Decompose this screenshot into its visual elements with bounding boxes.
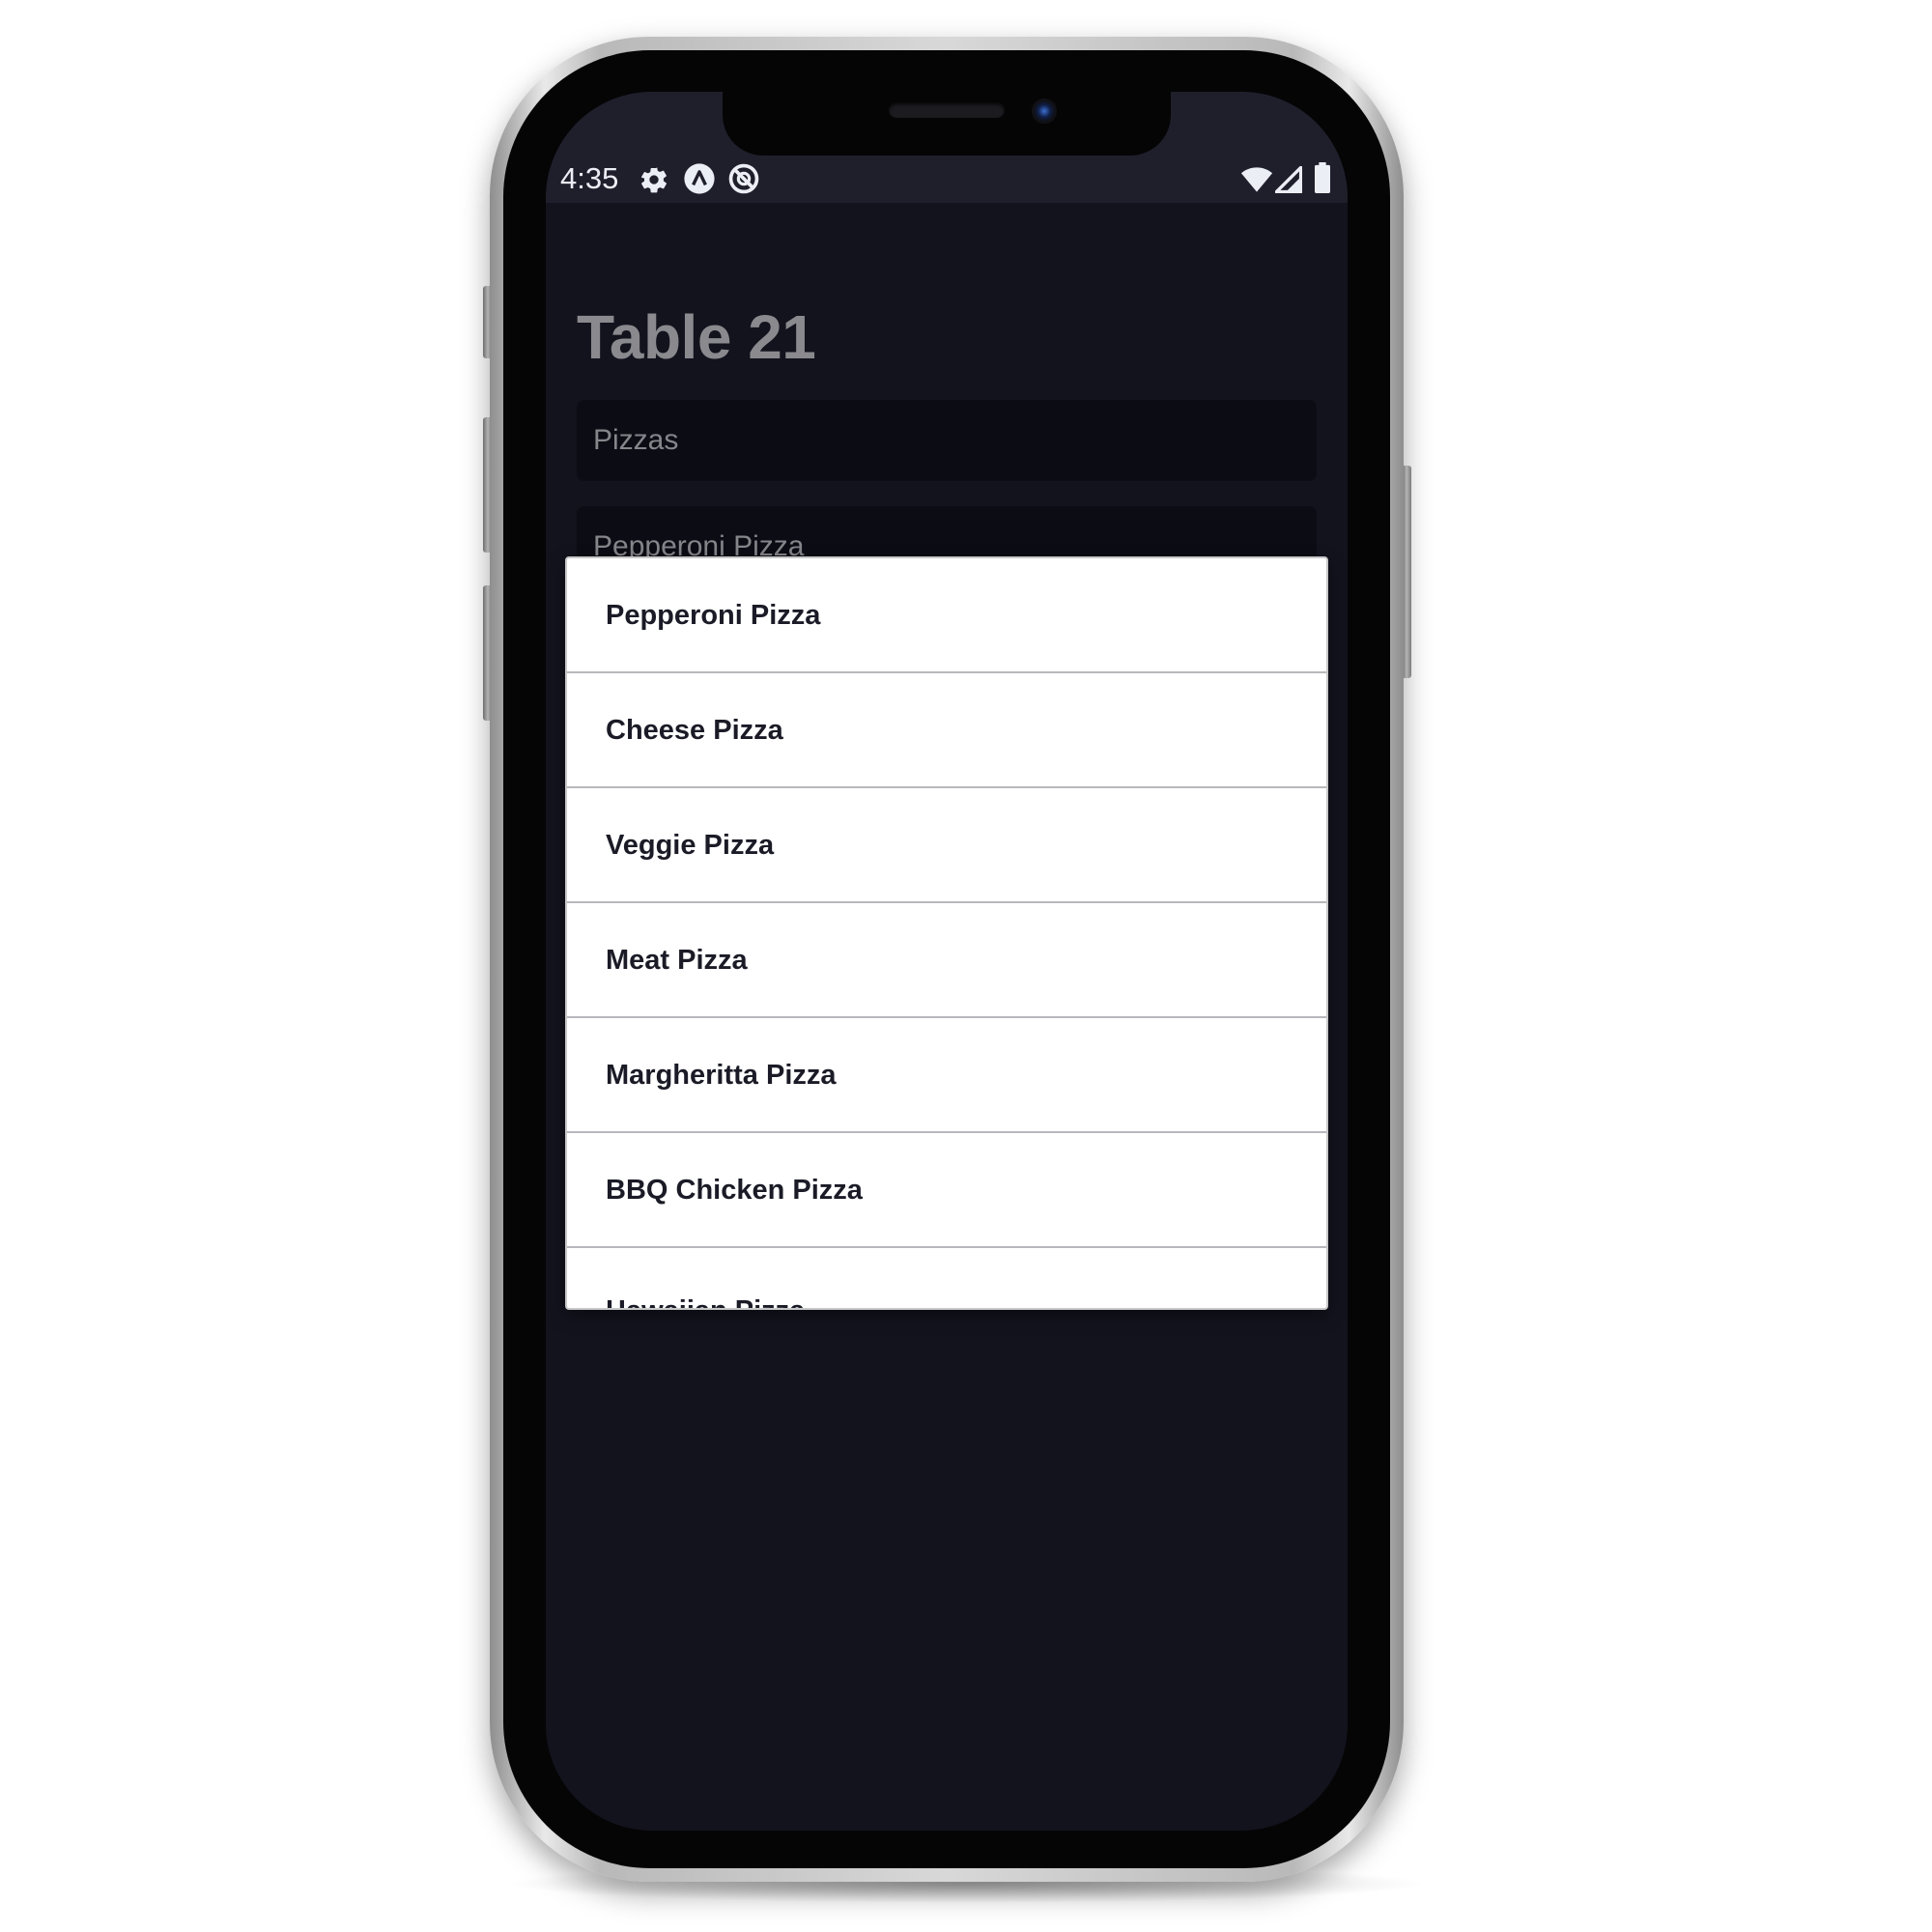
dropdown-option[interactable]: Pepperoni Pizza [567,558,1326,673]
battery-icon [1314,162,1331,198]
category-select[interactable]: Pizzas [577,400,1317,481]
dropdown-option[interactable]: Margheritta Pizza [567,1018,1326,1133]
dropdown-option[interactable]: Cheese Pizza [567,673,1326,788]
gear-icon [639,164,669,200]
item-dropdown-menu: Pepperoni Pizza Cheese Pizza Veggie Pizz… [565,556,1328,1310]
front-camera [1032,99,1057,124]
dropdown-option[interactable]: BBQ Chicken Pizza [567,1133,1326,1248]
dropdown-option[interactable]: Veggie Pizza [567,788,1326,903]
page-title: Table 21 [577,302,816,372]
status-time: 4:35 [560,161,619,195]
dropdown-option[interactable]: Hawaiian Pizza [567,1248,1326,1308]
earpiece-speaker [889,102,1005,118]
device-mockup: 4:35 Table 21 Pizzas Pepperoni Pizza Pep… [0,0,1932,1932]
signal-icon [1274,165,1303,198]
dropdown-option[interactable]: Meat Pizza [567,903,1326,1018]
wifi-icon [1240,166,1273,198]
notch [723,82,1171,156]
a-circle-icon [683,162,716,200]
notification-off-icon [727,162,760,200]
